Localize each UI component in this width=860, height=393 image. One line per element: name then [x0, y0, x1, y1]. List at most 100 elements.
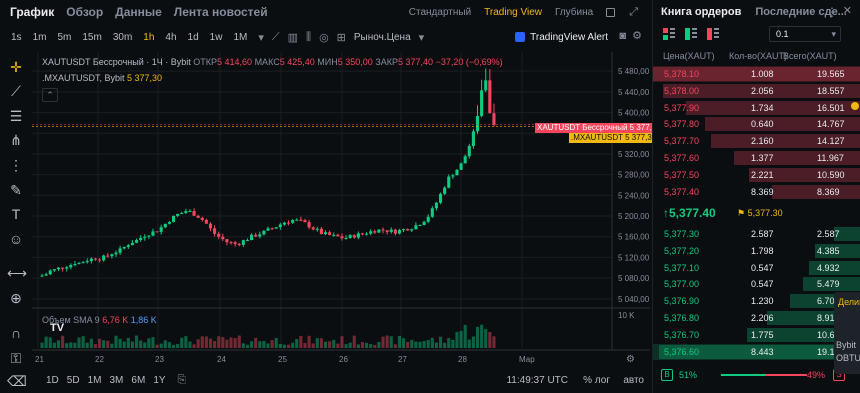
volume-bar — [221, 337, 225, 348]
calendar-icon[interactable]: ⎘ — [178, 374, 187, 387]
bid-row[interactable]: 5,376.60 8.443 19.133 — [653, 343, 860, 360]
both-sides-icon[interactable] — [663, 28, 675, 40]
candle-body — [110, 254, 114, 257]
tab-data[interactable]: Данные — [115, 5, 162, 19]
bid-row[interactable]: 5,376.90 1.230 6.709 — [653, 293, 860, 309]
expand-icon[interactable]: ⤢ — [629, 6, 638, 19]
bids-only-icon[interactable] — [685, 28, 697, 40]
ask-row[interactable]: 5,378.00 2.056 18.557 — [653, 83, 860, 99]
price-type-select[interactable]: Рыноч.Цена — [354, 32, 411, 43]
tab-orderbook[interactable]: Книга ордеров — [661, 6, 741, 18]
candle-body — [274, 227, 278, 229]
notification-popup[interactable]: Деливери Bybit OBTU — [834, 292, 860, 374]
ask-row[interactable]: 5,378.10 1.008 19.565 — [653, 66, 860, 82]
trash-icon[interactable]: ⌫ — [7, 372, 27, 390]
ask-row[interactable]: 5,377.50 2.221 10.590 — [653, 167, 860, 183]
candle-body — [282, 222, 286, 225]
log-toggle[interactable]: лог — [595, 375, 610, 386]
tab-news[interactable]: Лента новостей — [174, 5, 268, 19]
bid-row[interactable]: 5,377.20 1.798 4.385 — [653, 243, 860, 259]
fib-icon[interactable]: ⋮ — [7, 156, 25, 174]
tf-15m[interactable]: 15m — [82, 32, 101, 43]
percent-toggle[interactable]: % — [583, 375, 592, 386]
settings-gear-icon[interactable]: ⚙ — [632, 29, 642, 42]
range-5d[interactable]: 5D — [67, 375, 80, 386]
price-chart[interactable]: 5 480,005 440,005 400,005 360,005 320,00… — [32, 52, 663, 370]
range-6m[interactable]: 6M — [131, 375, 145, 386]
bid-row[interactable]: 5,377.10 0.547 4.932 — [653, 260, 860, 276]
tab-chart[interactable]: График — [10, 5, 54, 19]
templates-icon[interactable]: ⊞ — [337, 31, 346, 44]
bid-row[interactable]: 5,377.30 2.587 2.587 — [653, 226, 860, 242]
depth-bar — [771, 184, 860, 199]
chart-type-icon[interactable]: ▥ — [288, 31, 298, 44]
layout-icon[interactable] — [606, 7, 616, 17]
tf-1m[interactable]: 1m — [33, 32, 47, 43]
range-1d[interactable]: 1D — [46, 375, 59, 386]
price-type-chevron-icon[interactable]: ▾ — [419, 31, 425, 44]
tf-1w[interactable]: 1w — [210, 32, 223, 43]
ask-row[interactable]: 5,377.70 2.160 14.127 — [653, 133, 860, 149]
more-icon[interactable]: ⋮ — [826, 5, 838, 19]
range-1m[interactable]: 1M — [88, 375, 102, 386]
ruler-icon[interactable]: ⟷ — [7, 264, 27, 282]
emoji-icon[interactable]: ☺ — [7, 230, 25, 248]
bid-row[interactable]: 5,376.70 1.775 10.690 — [653, 327, 860, 343]
tf-1d[interactable]: 1d — [188, 32, 199, 43]
text-icon[interactable]: T — [7, 205, 25, 223]
symbol-label[interactable]: XAUTUSDT Бессрочный · 1Ч · Bybit — [42, 57, 191, 67]
bid-row[interactable]: 5,376.80 2.206 8.915 — [653, 310, 860, 326]
high-label: МАКС — [254, 57, 280, 67]
index-symbol-label[interactable]: .MXAUTUSDT, Bybit — [42, 73, 125, 83]
more-timeframes-icon[interactable]: ▾ — [258, 31, 264, 44]
view-standard[interactable]: Стандартный — [409, 7, 471, 18]
tf-1s[interactable]: 1s — [11, 32, 22, 43]
auto-toggle[interactable]: авто — [623, 375, 644, 386]
candle-body — [443, 187, 447, 194]
candle-body — [295, 219, 299, 221]
range-3m[interactable]: 3M — [110, 375, 124, 386]
view-depth[interactable]: Глубина — [555, 7, 593, 18]
compare-icon[interactable]: ◎ — [319, 31, 329, 44]
x-tick-label: 25 — [278, 355, 287, 364]
ask-row[interactable]: 5,377.80 0.640 14.767 — [653, 116, 860, 132]
ask-row[interactable]: 5,377.60 1.377 11.967 — [653, 150, 860, 166]
tv-alert-button[interactable]: TradingView Alert — [515, 29, 608, 45]
volume-bar — [171, 344, 176, 348]
ask-row[interactable]: 5,377.90 1.734 16.501 — [653, 100, 860, 116]
candle-body — [480, 90, 484, 116]
zoom-icon[interactable]: ⊕ — [7, 289, 25, 307]
brush-icon[interactable]: ✎ — [7, 181, 25, 199]
close-value: 5 377,40 — [398, 57, 434, 67]
volume-bar — [89, 338, 93, 348]
volume-bar — [262, 340, 266, 348]
collapse-legend-button[interactable]: ⌃ — [42, 88, 58, 102]
ask-row[interactable]: 5,377.40 8.369 8.369 — [653, 184, 860, 200]
indicators-icon[interactable]: ⟋ — [272, 31, 280, 44]
index-price-tag: .MXAUTUSDT 5 377,30 — [569, 133, 659, 143]
row-total: 14.127 — [817, 136, 845, 147]
trendline-icon[interactable]: ⟋ — [7, 82, 25, 100]
view-tradingview[interactable]: Trading View — [484, 7, 542, 18]
tf-30m[interactable]: 30m — [113, 32, 132, 43]
magnet-icon[interactable]: ∩ — [7, 324, 25, 342]
notification-dot[interactable] — [851, 102, 859, 110]
range-1y[interactable]: 1Y — [153, 375, 165, 386]
candles-icon[interactable]: ⫼ — [306, 31, 311, 44]
tf-5m[interactable]: 5m — [57, 32, 71, 43]
tf-1h[interactable]: 1h — [143, 32, 154, 43]
lock-icon[interactable]: ⚿ — [7, 349, 25, 367]
utc-clock[interactable]: 11:49:37 UTC — [506, 375, 568, 386]
tick-size-select[interactable]: 0.1 ▾ — [769, 26, 841, 42]
candle-body — [40, 275, 44, 277]
pitchfork-icon[interactable]: ⋔ — [7, 131, 25, 149]
tf-4h[interactable]: 4h — [165, 32, 176, 43]
crosshair-icon[interactable]: ✛ — [7, 58, 25, 76]
tab-overview[interactable]: Обзор — [66, 5, 103, 19]
close-icon[interactable]: ✕ — [843, 4, 852, 17]
asks-only-icon[interactable] — [707, 28, 719, 40]
tf-1M[interactable]: 1M — [233, 32, 247, 43]
bid-row[interactable]: 5,377.00 0.547 5.479 — [653, 276, 860, 292]
camera-icon[interactable]: ◙ — [619, 30, 626, 42]
horizontal-lines-icon[interactable]: ☰ — [7, 107, 25, 125]
